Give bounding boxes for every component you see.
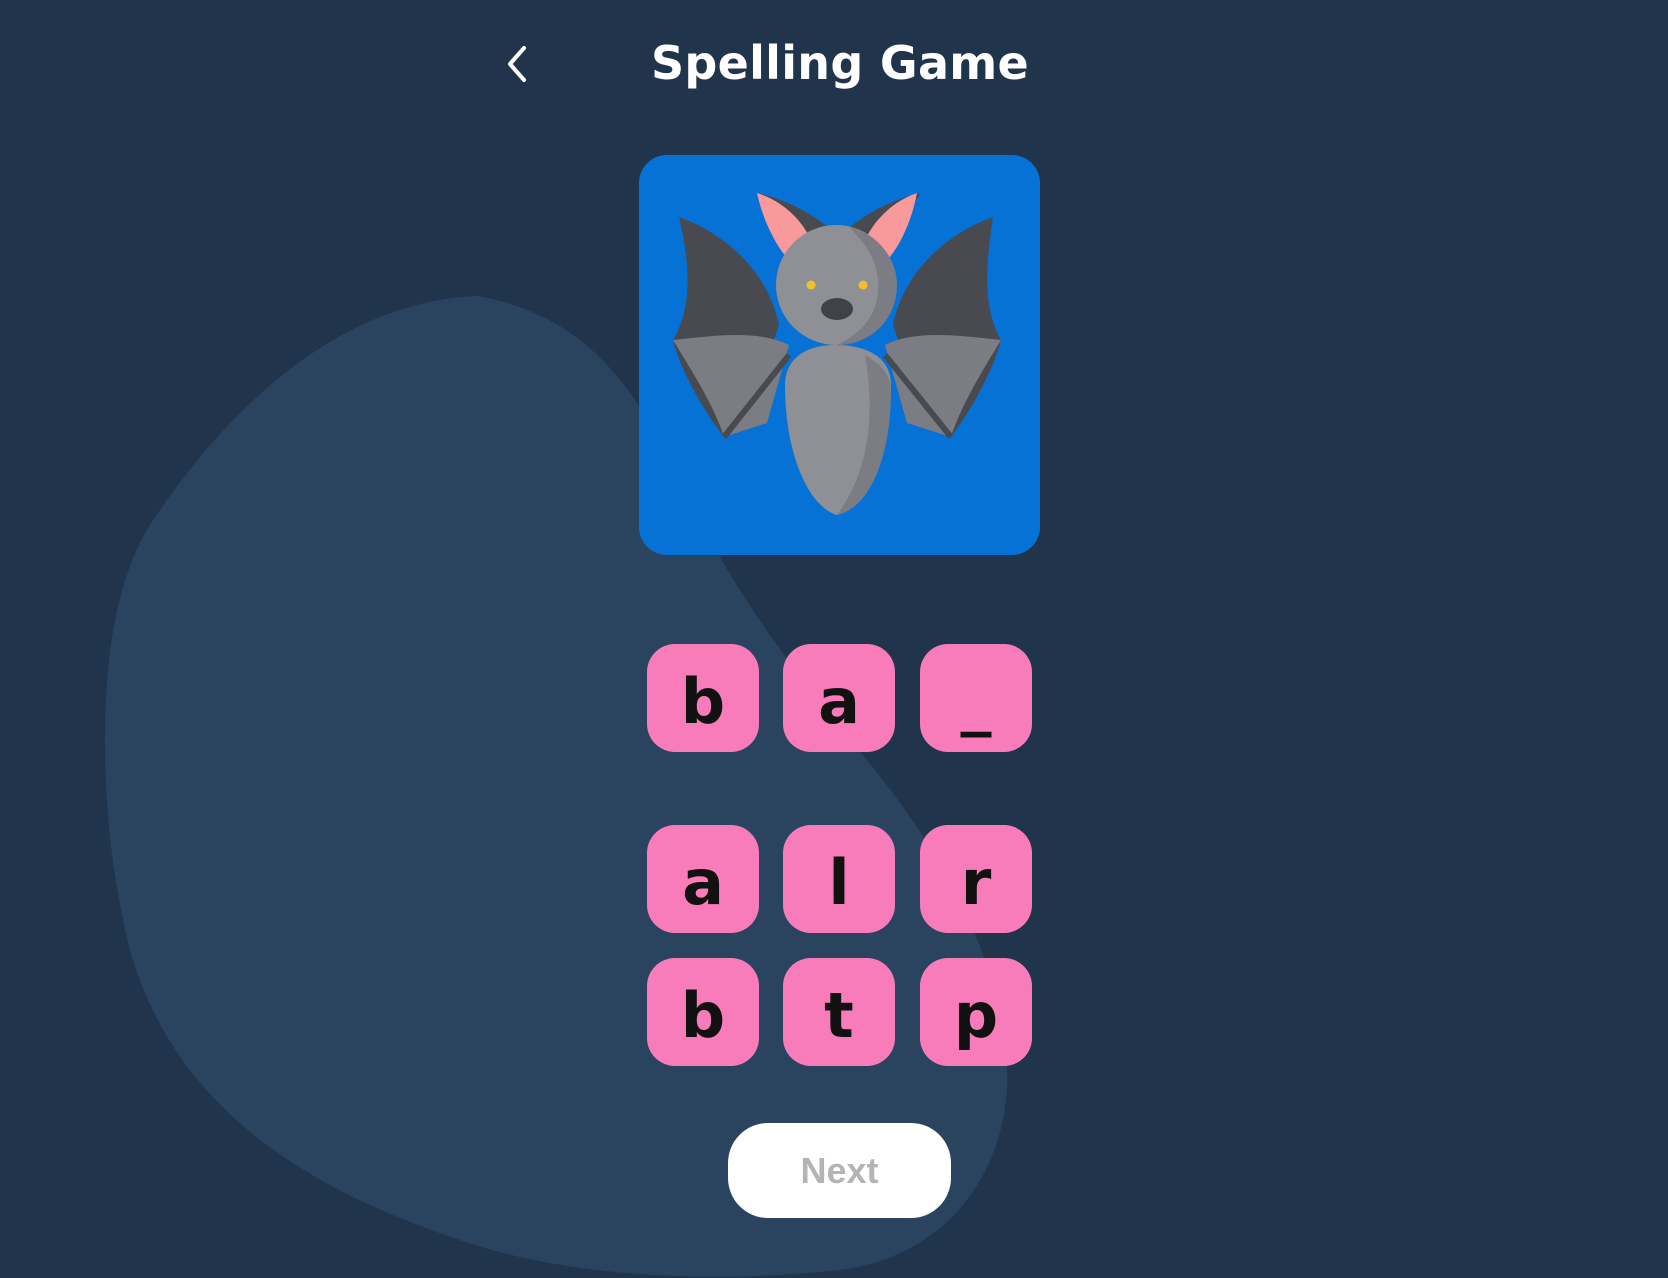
chevron-left-icon (508, 46, 526, 82)
next-button[interactable]: Next (728, 1123, 951, 1218)
letter-choice-b[interactable]: b (647, 958, 759, 1066)
app-header: Spelling Game (0, 0, 1668, 126)
answer-slot-3[interactable]: _ (920, 644, 1032, 752)
letter-choice-l[interactable]: l (783, 825, 895, 933)
letter-choice-p[interactable]: p (920, 958, 1032, 1066)
letter-choice-r[interactable]: r (920, 825, 1032, 933)
answer-slot-1[interactable]: b (647, 644, 759, 752)
page-title: Spelling Game (650, 36, 1030, 90)
word-picture-card (639, 155, 1040, 555)
letter-choice-a[interactable]: a (647, 825, 759, 933)
letter-choice-t[interactable]: t (783, 958, 895, 1066)
answer-slot-2[interactable]: a (783, 644, 895, 752)
back-button[interactable] (490, 36, 546, 92)
bat-icon (673, 193, 1001, 515)
